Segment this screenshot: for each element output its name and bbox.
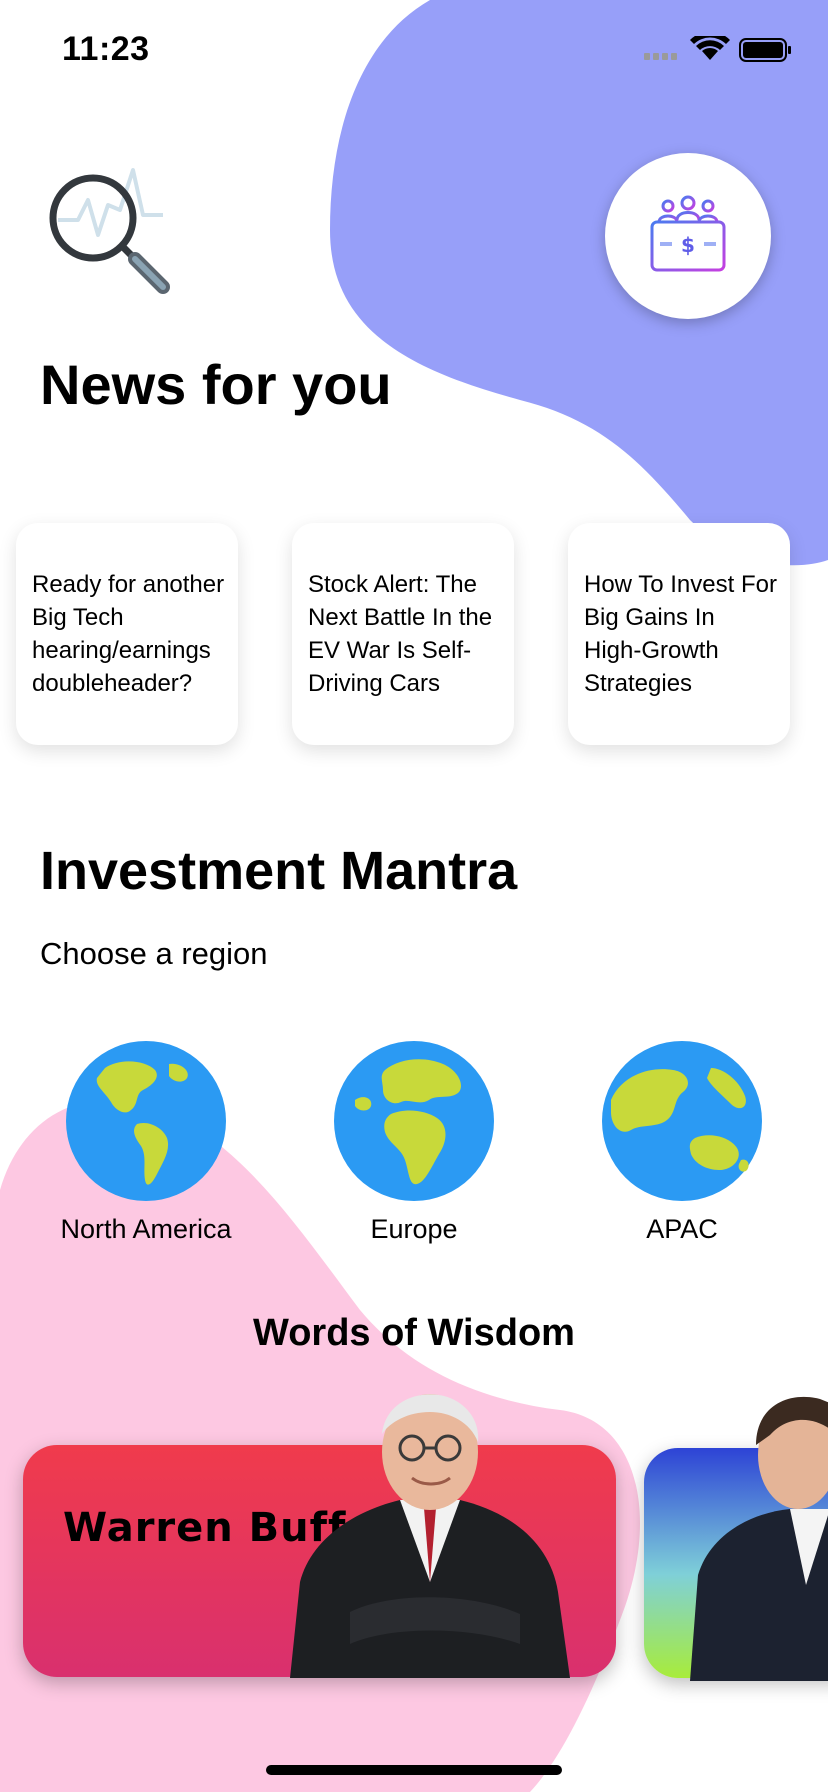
news-card[interactable]: Stock Alert: The Next Battle In the EV W… — [292, 523, 514, 745]
status-bar: 11:23 — [0, 0, 828, 100]
region-label: Europe — [370, 1214, 458, 1244]
investor-portrait — [690, 1396, 828, 1681]
status-icons — [644, 36, 791, 62]
news-card[interactable]: Ready for another Big Tech hearing/earni… — [16, 523, 238, 745]
region-label: North America — [60, 1214, 232, 1244]
news-card-headline: How To Invest For Big Gains In High-Grow… — [584, 571, 777, 697]
news-card[interactable]: How To Invest For Big Gains In High-Grow… — [568, 523, 790, 745]
status-time: 11:23 — [62, 30, 150, 68]
region-europe[interactable]: Europe — [314, 1040, 514, 1245]
warren-buffet-portrait — [290, 1394, 570, 1678]
region-apac[interactable]: APAC — [582, 1040, 782, 1245]
home-indicator — [266, 1765, 562, 1775]
news-card-headline: Stock Alert: The Next Battle In the EV W… — [308, 571, 493, 697]
search-analytics-icon — [49, 168, 170, 294]
region-north-america[interactable]: North America — [46, 1040, 246, 1245]
globe-asia-australia-icon — [602, 1041, 762, 1201]
globe-americas-icon — [66, 1041, 226, 1201]
svg-text:$: $ — [681, 233, 695, 257]
region-selector: North America Europe APAC — [0, 1040, 828, 1260]
group-money-icon: $ — [650, 195, 726, 272]
news-card-headline: Ready for another Big Tech hearing/earni… — [32, 571, 225, 697]
wisdom-section-title: Words of Wisdom — [253, 1312, 575, 1354]
cellular-signal-icon — [644, 53, 677, 60]
news-carousel[interactable]: Ready for another Big Tech hearing/earni… — [0, 505, 828, 765]
region-label: APAC — [646, 1214, 718, 1244]
wifi-icon — [690, 36, 730, 60]
battery-icon — [739, 38, 791, 62]
news-section-title: News for you — [40, 353, 392, 416]
mantra-section-title: Investment Mantra — [40, 841, 518, 901]
profile-button[interactable]: $ — [605, 153, 771, 319]
globe-europe-africa-icon — [334, 1041, 494, 1201]
region-subtitle: Choose a region — [40, 936, 268, 971]
